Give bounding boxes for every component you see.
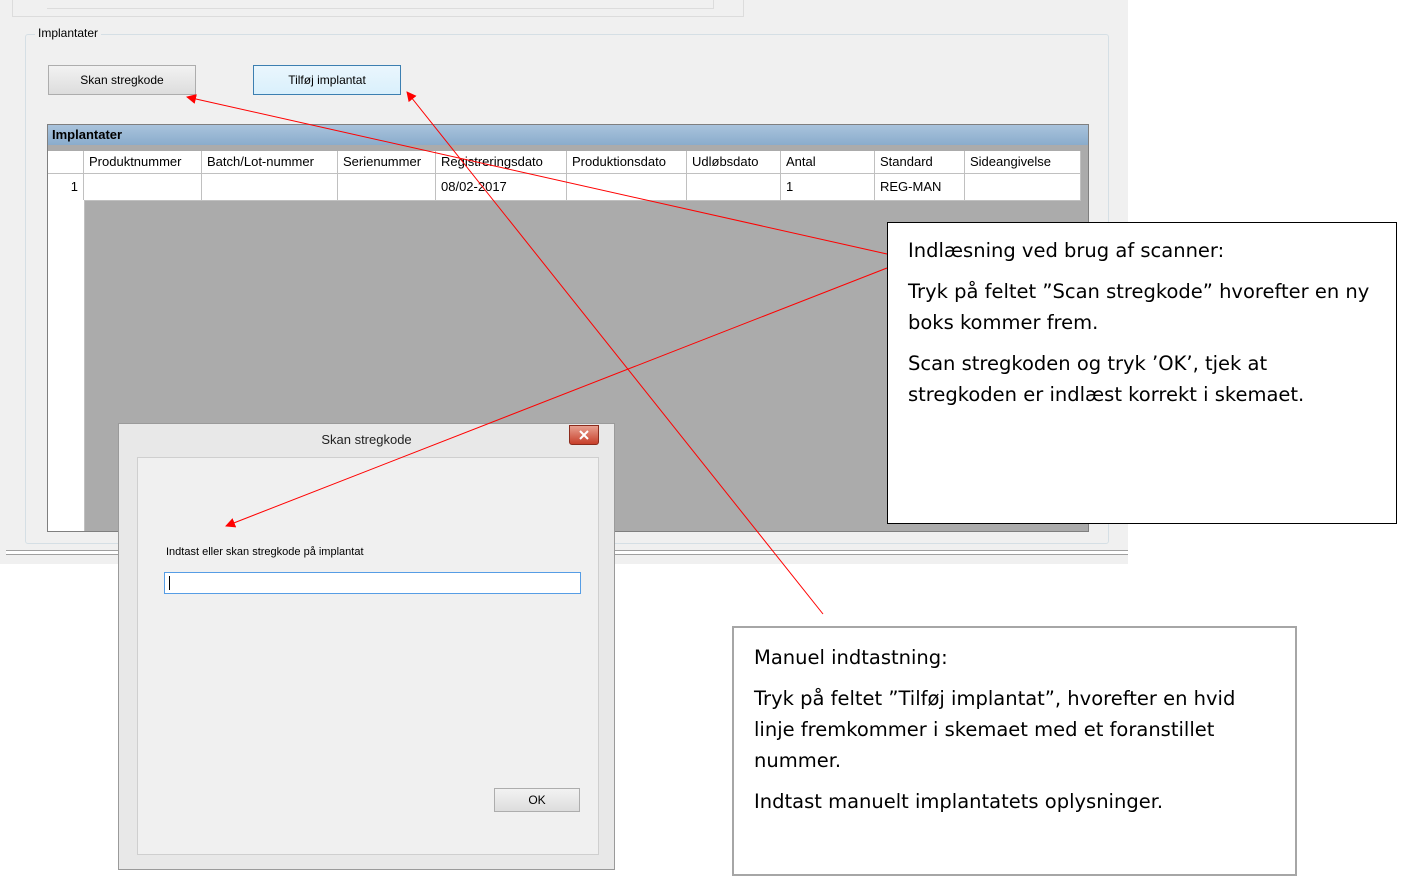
manual-heading: Manuel indtastning: bbox=[754, 646, 948, 669]
manual-step: Indtast manuelt implantatets oplysninger… bbox=[754, 790, 1164, 813]
table-cell[interactable] bbox=[965, 174, 1081, 200]
splitter-right[interactable] bbox=[615, 550, 1128, 555]
scan-barcode-button[interactable]: Skan stregkode bbox=[48, 65, 196, 95]
scanner-step: Tryk på feltet ”Scan stregkode” hvorefte… bbox=[908, 280, 1370, 334]
column-header[interactable]: Registreringsdato bbox=[436, 151, 567, 173]
column-header[interactable]: Produktnummer bbox=[84, 151, 202, 173]
manual-step: Tryk på feltet ”Tilføj implantat”, hvore… bbox=[754, 687, 1236, 772]
top-panel bbox=[12, 0, 744, 17]
grid-header: Produktnummer Batch/Lot-nummer Serienumm… bbox=[48, 151, 1081, 174]
table-cell[interactable] bbox=[202, 174, 338, 200]
table-cell[interactable]: REG-MAN bbox=[875, 174, 965, 200]
table-cell[interactable] bbox=[687, 174, 781, 200]
scan-dialog: Skan stregkode Indtast eller skan stregk… bbox=[118, 423, 615, 870]
grid-corner bbox=[48, 151, 84, 173]
table-cell[interactable]: 08/02-2017 bbox=[436, 174, 567, 200]
text-caret bbox=[169, 576, 170, 590]
row-number[interactable]: 1 bbox=[48, 174, 84, 200]
column-header[interactable]: Standard bbox=[875, 151, 965, 173]
top-panel-inner bbox=[47, 0, 714, 9]
groupbox-label: Implantater bbox=[35, 26, 102, 40]
barcode-input[interactable] bbox=[164, 572, 581, 594]
column-header[interactable]: Produktionsdato bbox=[567, 151, 687, 173]
row-header-column bbox=[48, 200, 85, 531]
column-header[interactable]: Batch/Lot-nummer bbox=[202, 151, 338, 173]
add-implant-button[interactable]: Tilføj implantat bbox=[253, 65, 401, 95]
splitter-left[interactable] bbox=[6, 550, 118, 555]
column-header[interactable]: Serienummer bbox=[338, 151, 436, 173]
close-icon bbox=[579, 430, 589, 440]
ok-button[interactable]: OK bbox=[494, 788, 580, 812]
manual-instructions: Manuel indtastning: Tryk på feltet ”Tilf… bbox=[732, 626, 1297, 876]
table-cell[interactable] bbox=[84, 174, 202, 200]
close-button[interactable] bbox=[569, 425, 599, 445]
scanner-step: Scan stregkoden og tryk ’OK’, tjek at st… bbox=[908, 352, 1305, 406]
dialog-title: Skan stregkode bbox=[321, 432, 412, 447]
barcode-prompt-label: Indtast eller skan stregkode på implanta… bbox=[166, 546, 364, 558]
grid-caption: Implantater bbox=[48, 125, 1088, 145]
table-cell[interactable]: 1 bbox=[781, 174, 875, 200]
column-header[interactable]: Udløbsdato bbox=[687, 151, 781, 173]
table-row[interactable]: 1 08/02-2017 1 REG-MAN bbox=[48, 174, 1081, 201]
dialog-body: Indtast eller skan stregkode på implanta… bbox=[137, 457, 599, 855]
scanner-heading: Indlæsning ved brug af scanner: bbox=[908, 239, 1225, 262]
table-cell[interactable] bbox=[338, 174, 436, 200]
column-header[interactable]: Antal bbox=[781, 151, 875, 173]
column-header[interactable]: Sideangivelse bbox=[965, 151, 1081, 173]
table-cell[interactable] bbox=[567, 174, 687, 200]
scanner-instructions: Indlæsning ved brug af scanner: Tryk på … bbox=[887, 222, 1397, 524]
